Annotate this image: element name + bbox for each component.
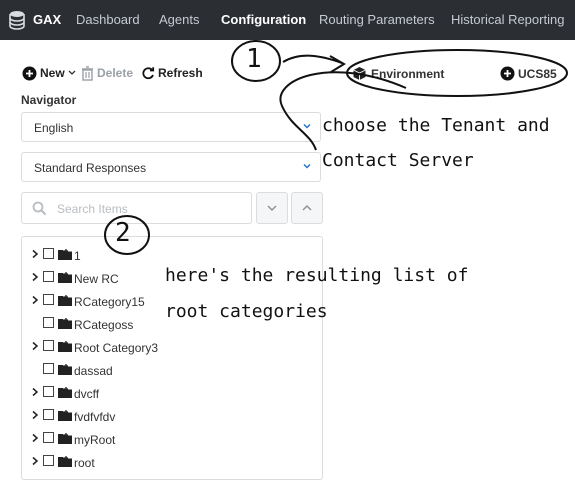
refresh-button[interactable]: Refresh (141, 64, 203, 82)
arrow-curve (282, 54, 343, 64)
cube-icon (353, 67, 366, 80)
plus-circle-icon (500, 66, 515, 81)
chevron-down-icon (68, 70, 76, 75)
tree-checkbox[interactable] (43, 340, 54, 351)
tree-item-label: dassad (74, 364, 113, 378)
language-select-value: English (34, 121, 74, 135)
annotation-note-1-line-1: choose the Tenant and (322, 115, 550, 136)
chevron-down-icon (303, 124, 311, 129)
nav-dashboard[interactable]: Dashboard (76, 12, 140, 27)
tree-item-label: New RC (74, 272, 119, 286)
tree-item-label: RCategoss (74, 318, 134, 332)
top-navigation-bar: GAX Dashboard Agents Configuration Routi… (0, 0, 575, 40)
search-input[interactable]: Search Items (21, 192, 252, 224)
folder-icon (58, 318, 72, 329)
environment-selector[interactable]: Environment (352, 66, 444, 81)
database-logo-icon (9, 11, 25, 30)
folder-icon (58, 249, 72, 260)
refresh-icon (142, 67, 155, 80)
tree-item-label: root (74, 456, 95, 470)
tree-item-label: Root Category3 (74, 341, 159, 355)
delete-button[interactable]: Delete (81, 64, 133, 82)
trash-icon (82, 65, 93, 81)
annotation-note-1-line-2: Contact Server (322, 150, 474, 171)
folder-icon (58, 433, 72, 444)
chevron-right-icon[interactable] (30, 387, 40, 397)
new-button[interactable]: New (22, 64, 76, 82)
tree-item-label: fvdfvfdv (74, 410, 116, 424)
folder-icon (58, 272, 72, 283)
annotation-marker-1: 1 (246, 44, 262, 74)
folder-icon (58, 341, 72, 352)
tenant-label: UCS85 (518, 66, 557, 81)
tree-checkbox[interactable] (43, 455, 54, 466)
delete-button-label: Delete (97, 66, 134, 80)
tree-item-label: dvcff (74, 387, 100, 401)
tree-checkbox[interactable] (43, 294, 54, 305)
chevron-right-icon[interactable] (30, 456, 40, 466)
nav-historical-reporting[interactable]: Historical Reporting (451, 12, 564, 27)
app-brand[interactable]: GAX (33, 12, 61, 27)
object-type-select-value: Standard Responses (34, 161, 147, 175)
folder-icon (58, 456, 72, 467)
navigator-label: Navigator (21, 93, 77, 107)
chevron-right-icon[interactable] (30, 433, 40, 443)
tree-item-label: 1 (74, 249, 81, 263)
search-icon (32, 201, 47, 216)
tree-checkbox[interactable] (43, 432, 54, 443)
language-select[interactable]: English (21, 112, 321, 142)
tenant-selector[interactable]: UCS85 (500, 66, 557, 81)
arrowhead (329, 55, 346, 73)
new-button-label: New (40, 66, 65, 80)
nav-configuration[interactable]: Configuration (221, 12, 306, 27)
chevron-right-icon[interactable] (30, 410, 40, 420)
chevron-right-icon[interactable] (30, 341, 40, 351)
tree-item-label: myRoot (74, 433, 116, 447)
tree-checkbox[interactable] (43, 409, 54, 420)
tree-checkbox[interactable] (43, 363, 54, 374)
nav-routing-parameters[interactable]: Routing Parameters (319, 12, 435, 27)
chevron-right-icon[interactable] (30, 249, 40, 259)
annotation-marker-2: 2 (115, 218, 131, 248)
tree-item-label: RCategory15 (74, 295, 145, 309)
chevron-up-icon (302, 205, 312, 211)
environment-label: Environment (371, 66, 445, 81)
tree-checkbox[interactable] (43, 271, 54, 282)
annotation-note-2-line-2: root categories (165, 301, 328, 322)
folder-icon (58, 410, 72, 421)
folder-icon (58, 364, 72, 375)
refresh-button-label: Refresh (158, 66, 203, 80)
folder-icon (58, 295, 72, 306)
annotation-note-2-line-1: here's the resulting list of (165, 265, 469, 286)
chevron-right-icon[interactable] (30, 272, 40, 282)
tree-checkbox[interactable] (43, 248, 54, 259)
object-type-select[interactable]: Standard Responses (21, 152, 321, 182)
collapse-all-button[interactable] (291, 192, 323, 224)
chevron-down-icon (267, 205, 277, 211)
search-placeholder: Search Items (57, 202, 128, 216)
chevron-right-icon[interactable] (30, 295, 40, 305)
nav-agents[interactable]: Agents (159, 12, 199, 27)
tree-checkbox[interactable] (43, 317, 54, 328)
plus-circle-icon (22, 66, 37, 80)
chevron-down-icon (303, 164, 311, 169)
expand-all-button[interactable] (256, 192, 288, 224)
folder-icon (58, 387, 72, 398)
tree-checkbox[interactable] (43, 386, 54, 397)
